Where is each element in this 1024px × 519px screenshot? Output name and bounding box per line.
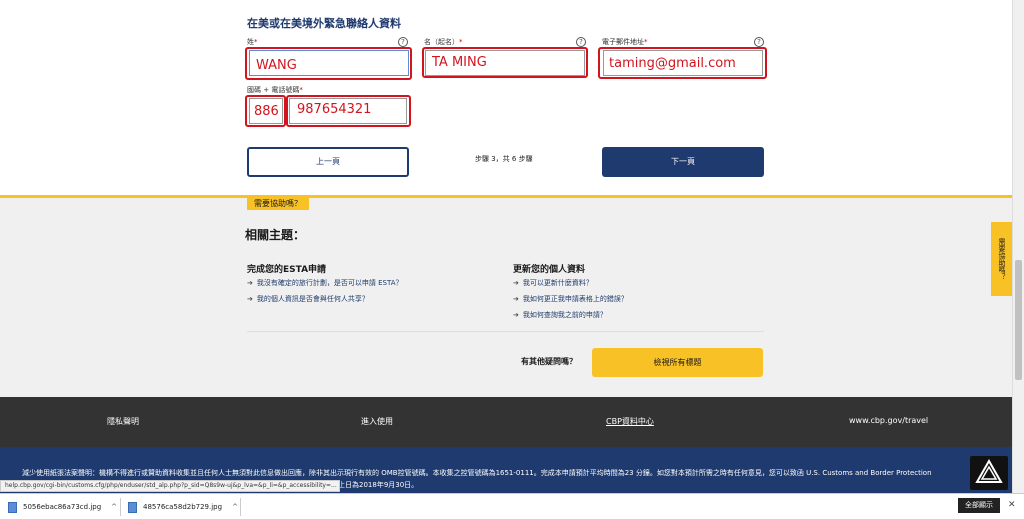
complete-esta-title: 完成您的ESTA申請 (247, 265, 327, 275)
divider (240, 498, 241, 516)
last-name-value: WANG (256, 58, 297, 73)
show-all-downloads-button[interactable]: 全部顯示 (958, 498, 1000, 513)
status-bar-url: help.cbp.gov/cgi-bin/customs.cfg/php/end… (0, 480, 340, 492)
side-help-tab[interactable]: 需要協助嗎？ (991, 222, 1012, 296)
related-topics-title: 相關主題： (245, 228, 306, 242)
cbp-travel-link[interactable]: www.cbp.gov/travel (849, 416, 928, 425)
help-link[interactable]: ➔ 我沒有確定的旅行計劃，是否可以申請 ESTA？ (247, 278, 403, 288)
phone-label: 國碼 + 電話號碼* (247, 86, 303, 94)
help-link[interactable]: ➔ 我如何更正我申請表格上的錯誤？ (513, 294, 628, 304)
arrow-right-icon: ➔ (247, 279, 253, 287)
last-name-help-icon[interactable]: ? (398, 37, 408, 47)
divider (120, 498, 121, 516)
chevron-up-icon[interactable]: ^ (111, 503, 117, 511)
next-button[interactable]: 下一頁 (602, 147, 764, 177)
downloads-bar: 5056ebac86a73cd.jpg ^ 48576ca58d2b729.jpg… (0, 493, 1024, 519)
last-name-label: 姓* (247, 38, 258, 46)
first-name-help-icon[interactable]: ? (576, 37, 586, 47)
arrow-right-icon: ➔ (513, 311, 519, 319)
privacy-link[interactable]: 隱私聲明 (107, 416, 139, 427)
help-section: 需要協助嗎？ 相關主題： 完成您的ESTA申請 ➔ 我沒有確定的旅行計劃，是否可以… (0, 195, 1012, 397)
previous-button[interactable]: 上一頁 (247, 147, 409, 177)
accessibility-link[interactable]: 進入使用 (361, 416, 393, 427)
page: 在美或在美境外緊急聯絡人資料 姓* ? WANG 名（起名）* ? TA MIN… (0, 0, 1024, 519)
download-item[interactable]: 5056ebac86a73cd.jpg ^ (8, 498, 117, 516)
view-all-topics-button[interactable]: 檢視所有標題 (592, 348, 763, 377)
notice-text: 減少使用紙張法案聲明：機構不得進行或贊助資料收集並且任何人士無須對此信息做出回應… (22, 469, 932, 477)
section-title: 在美或在美境外緊急聯絡人資料 (247, 17, 401, 30)
email-help-icon[interactable]: ? (754, 37, 764, 47)
phone-number-value: 987654321 (297, 102, 372, 117)
help-link[interactable]: ➔ 我可以更新什麼資料？ (513, 278, 593, 288)
emergency-contact-form: 在美或在美境外緊急聯絡人資料 姓* ? WANG 名（起名）* ? TA MIN… (0, 0, 1012, 197)
image-file-icon (8, 501, 17, 513)
scroll-top-icon[interactable] (970, 456, 1008, 490)
chevron-up-icon[interactable]: ^ (232, 503, 238, 511)
vertical-scrollbar[interactable] (1012, 0, 1024, 493)
update-info-title: 更新您的個人資料 (513, 265, 586, 275)
footer-links: 隱私聲明 進入使用 CBP資料中心 www.cbp.gov/travel (0, 397, 1012, 447)
step-indicator: 步驟 3，共 6 步驟 (475, 155, 533, 163)
notice-text-line2: 止日為2018年9月30日。 (338, 481, 419, 489)
scrollbar-thumb[interactable] (1015, 260, 1022, 380)
close-icon[interactable]: ✕ (1008, 500, 1016, 510)
image-file-icon (128, 501, 137, 513)
country-code-value: 886 (254, 104, 279, 119)
first-name-label: 名（起名）* (424, 38, 463, 46)
help-link[interactable]: ➔ 我的個人資訊是否會與任何人共享？ (247, 294, 369, 304)
other-questions-label: 有其他疑問嗎？ (521, 357, 577, 366)
first-name-value: TA MING (432, 55, 487, 70)
divider (247, 331, 764, 332)
help-link[interactable]: ➔ 我如何查詢我之前的申請？ (513, 310, 607, 320)
arrow-right-icon: ➔ (513, 279, 519, 287)
email-label: 電子郵件地址* (602, 38, 648, 46)
cbp-info-center-link[interactable]: CBP資料中心 (606, 416, 654, 427)
download-item[interactable]: 48576ca58d2b729.jpg ^ (128, 498, 238, 516)
need-help-tab[interactable]: 需要協助嗎？ (247, 198, 309, 210)
arrow-right-icon: ➔ (513, 295, 519, 303)
arrow-right-icon: ➔ (247, 295, 253, 303)
email-value: taming@gmail.com (609, 56, 736, 71)
